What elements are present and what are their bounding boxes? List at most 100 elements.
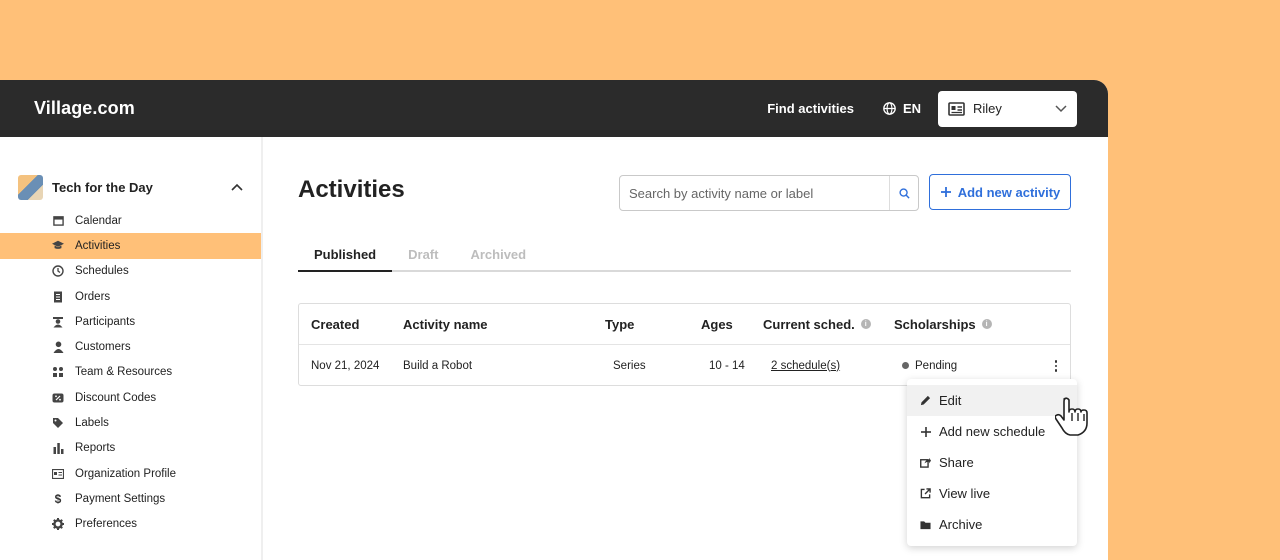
- clock-icon: [52, 265, 64, 277]
- sidebar-item-reports[interactable]: Reports: [0, 436, 261, 461]
- share-icon: [920, 457, 931, 468]
- cell-ages: 10 - 14: [709, 359, 745, 372]
- header-current-sched-label: Current sched.: [763, 316, 855, 332]
- row-actions-kebab[interactable]: [1051, 358, 1061, 374]
- sidebar-item-customers[interactable]: Customers: [0, 334, 261, 359]
- dollar-icon: $: [54, 491, 62, 506]
- menu-item-share[interactable]: Share: [907, 447, 1077, 478]
- info-icon[interactable]: i: [860, 319, 871, 329]
- cell-scholarships: Pending: [902, 360, 957, 372]
- sidebar-item-label: Organization Profile: [75, 467, 176, 480]
- menu-item-label: Archive: [939, 517, 983, 532]
- page-title: Activities: [298, 176, 405, 203]
- status-tabs: Published Draft Archived: [298, 244, 1071, 272]
- add-new-activity-button[interactable]: Add new activity: [929, 174, 1071, 210]
- sidebar-item-calendar[interactable]: Calendar: [0, 208, 261, 233]
- sidebar-item-labels[interactable]: Labels: [0, 410, 261, 435]
- calendar-icon: [52, 215, 64, 227]
- user-name: Riley: [973, 101, 1002, 116]
- participant-icon: [52, 316, 64, 328]
- cell-activity-name: Build a Robot: [403, 359, 473, 372]
- header-activity-name[interactable]: Activity name: [403, 317, 488, 332]
- sidebar-nav: Calendar Activities Schedules Orders Par…: [0, 208, 261, 537]
- menu-item-label: Share: [939, 455, 974, 470]
- tag-icon: [52, 417, 64, 429]
- language-selector[interactable]: EN: [883, 101, 921, 116]
- menu-item-label: Edit: [939, 393, 962, 408]
- menu-item-add-new-schedule[interactable]: Add new schedule: [907, 416, 1077, 447]
- discount-icon: [52, 392, 64, 404]
- header-type[interactable]: Type: [605, 317, 634, 332]
- header-scholarships-label: Scholarships: [894, 316, 976, 332]
- team-icon: [52, 366, 64, 378]
- folder-icon: [920, 519, 931, 530]
- sidebar-item-label: Activities: [75, 239, 121, 252]
- scholarship-status: Pending: [915, 359, 958, 372]
- logo[interactable]: Village.com: [34, 98, 135, 119]
- id-card-icon: [948, 101, 965, 116]
- menu-item-label: View live: [939, 486, 991, 501]
- chevron-down-icon: [1055, 104, 1067, 112]
- external-link-icon: [920, 488, 931, 499]
- info-icon[interactable]: i: [981, 319, 992, 329]
- menu-item-edit[interactable]: Edit: [907, 385, 1077, 416]
- header-current-sched[interactable]: Current sched. i: [763, 317, 871, 332]
- sidebar-item-label: Orders: [75, 290, 111, 303]
- search-input[interactable]: [620, 176, 889, 210]
- menu-item-archive[interactable]: Archive: [907, 509, 1077, 540]
- user-account-dropdown[interactable]: Riley: [938, 90, 1077, 127]
- sidebar-item-label: Calendar: [75, 214, 122, 227]
- cell-type: Series: [613, 359, 646, 372]
- header-scholarships[interactable]: Scholarships i: [894, 317, 992, 332]
- sidebar-item-organization-profile[interactable]: Organization Profile: [0, 461, 261, 486]
- sidebar-item-label: Participants: [75, 315, 136, 328]
- sidebar-item-orders[interactable]: Orders: [0, 284, 261, 309]
- org-selector[interactable]: Tech for the Day: [0, 172, 261, 202]
- header-created[interactable]: Created: [311, 317, 359, 332]
- sidebar-item-label: Reports: [75, 442, 116, 455]
- org-name: Tech for the Day: [52, 179, 153, 195]
- top-navigation-bar: Village.com Find activities EN Riley: [0, 80, 1108, 137]
- sidebar-item-label: Team & Resources: [75, 366, 173, 379]
- receipt-icon: [52, 291, 64, 303]
- search-icon: [898, 187, 910, 199]
- find-activities-link[interactable]: Find activities: [767, 101, 854, 116]
- person-icon: [52, 341, 64, 354]
- pencil-icon: [920, 395, 931, 406]
- menu-item-view-live[interactable]: View live: [907, 478, 1077, 509]
- plus-icon: [940, 187, 951, 197]
- chevron-up-icon: [231, 183, 243, 191]
- header-ages[interactable]: Ages: [701, 317, 733, 332]
- schedules-link[interactable]: 2 schedule(s): [771, 360, 840, 372]
- graduation-cap-icon: [52, 240, 64, 252]
- hand-pointer-cursor-icon: [1055, 397, 1088, 436]
- gear-icon: [52, 518, 64, 531]
- sidebar-item-payment-settings[interactable]: $ Payment Settings: [0, 486, 261, 511]
- language-label: EN: [902, 101, 921, 116]
- sidebar-item-preferences[interactable]: Preferences: [0, 512, 261, 537]
- tab-draft[interactable]: Draft: [392, 244, 454, 272]
- sidebar-item-participants[interactable]: Participants: [0, 309, 261, 334]
- menu-item-label: Add new schedule: [939, 424, 1046, 439]
- table-header: Created Activity name Type Ages Current …: [299, 304, 1070, 345]
- tab-published[interactable]: Published: [298, 244, 393, 272]
- sidebar-item-label: Payment Settings: [75, 492, 166, 505]
- tab-archived[interactable]: Archived: [454, 244, 542, 272]
- row-actions-menu: Edit Add new schedule Share View live Ar…: [907, 379, 1077, 546]
- sidebar-item-schedules[interactable]: Schedules: [0, 259, 261, 284]
- sidebar-item-team-resources[interactable]: Team & Resources: [0, 360, 261, 385]
- sidebar-item-label: Discount Codes: [75, 391, 157, 404]
- add-button-label: Add new activity: [957, 184, 1061, 200]
- sidebar-item-label: Labels: [75, 417, 109, 430]
- sidebar-item-label: Schedules: [75, 265, 129, 278]
- sidebar: Tech for the Day Calendar Activities Sch…: [0, 137, 263, 560]
- sidebar-item-activities[interactable]: Activities: [0, 233, 261, 259]
- sidebar-item-discount-codes[interactable]: Discount Codes: [0, 385, 261, 410]
- search-button[interactable]: [889, 176, 918, 210]
- org-avatar: [18, 174, 43, 200]
- cell-created: Nov 21, 2024: [311, 359, 380, 372]
- sidebar-item-label: Preferences: [75, 518, 138, 531]
- sidebar-item-label: Customers: [75, 341, 131, 354]
- plus-icon: [920, 426, 931, 437]
- search-box: [619, 175, 919, 211]
